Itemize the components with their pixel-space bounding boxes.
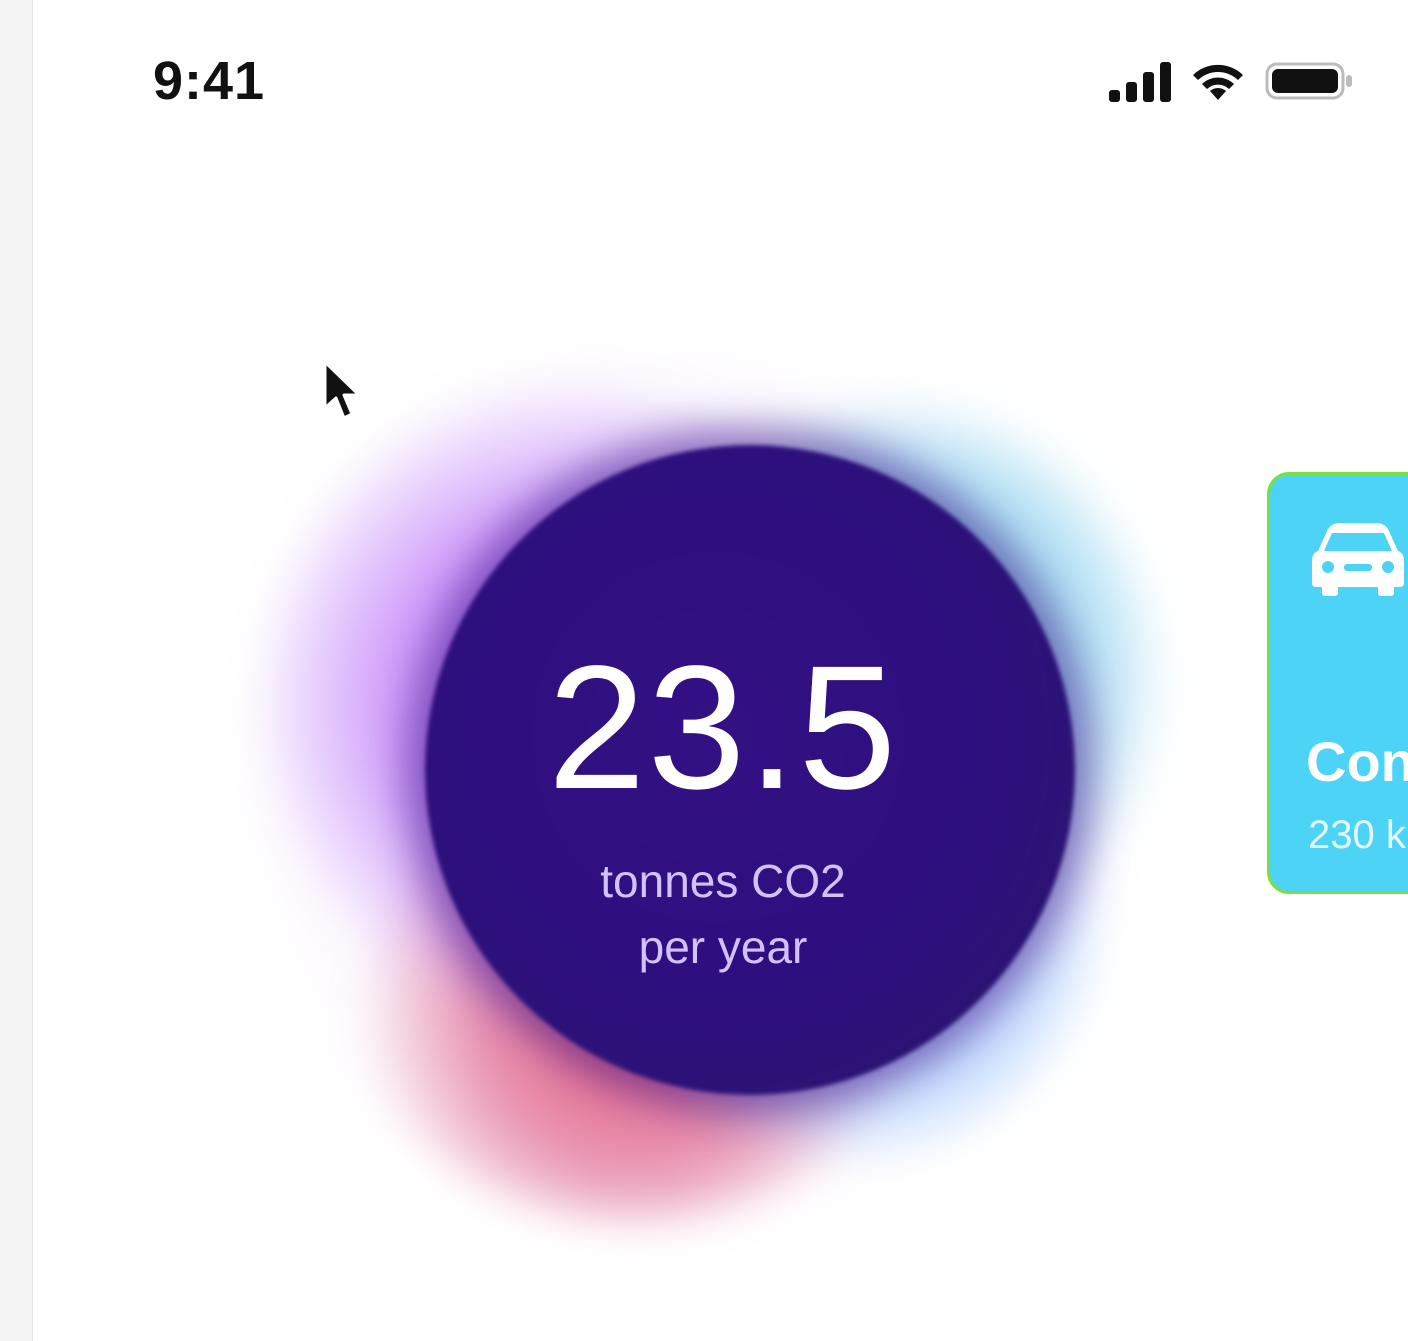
footprint-figure: 23.5 tonnes CO2 per year <box>33 0 1408 1341</box>
footprint-unit-line1: tonnes CO2 <box>600 855 846 907</box>
mouse-cursor-icon <box>323 360 361 420</box>
category-card-car[interactable]: Con 230 k <box>1267 472 1408 894</box>
footprint-unit-line2: per year <box>638 921 808 973</box>
footprint-unit: tonnes CO2 per year <box>413 848 1033 980</box>
phone-screen: 9:41 23.5 tonnes CO2 per year Con 230 k <box>32 0 1408 1341</box>
card-title: Con <box>1306 730 1408 793</box>
card-subtitle: 230 k <box>1308 813 1406 857</box>
footprint-value: 23.5 <box>547 630 899 826</box>
car-icon <box>1312 523 1404 596</box>
